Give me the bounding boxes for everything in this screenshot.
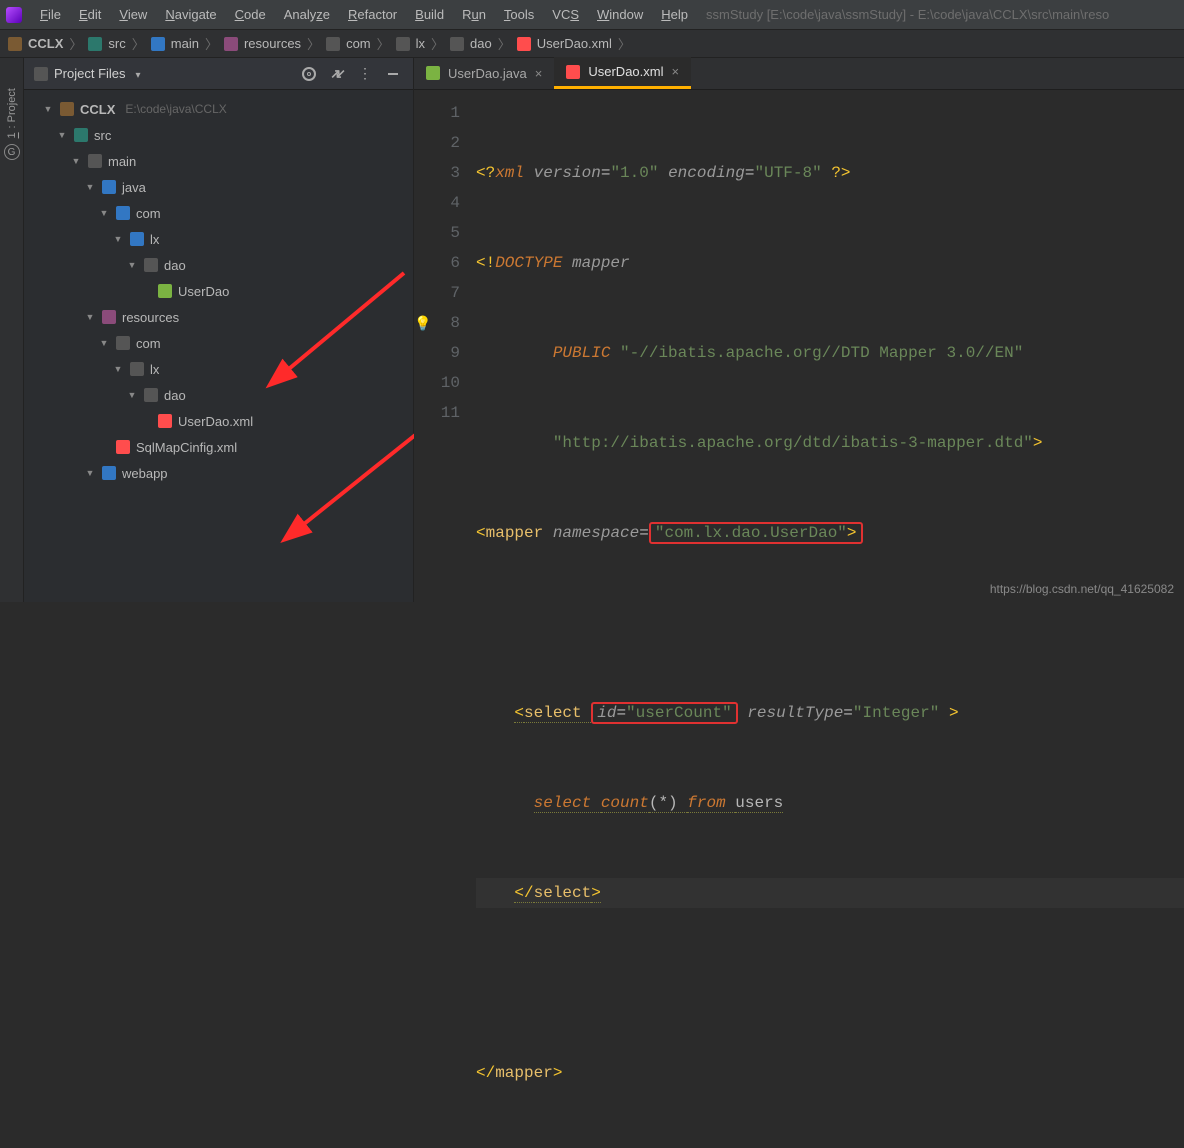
crumb-dao[interactable]: dao (450, 36, 492, 51)
folder-icon (144, 388, 158, 402)
breadcrumb: CCLX 〉 src 〉 main 〉 resources 〉 com 〉 lx… (0, 30, 1184, 58)
folder-icon (396, 37, 410, 51)
tree-node-dao[interactable]: dao (28, 252, 413, 278)
tree-node-webapp[interactable]: webapp (28, 460, 413, 486)
tree-node-userdao-java[interactable]: UserDao (28, 278, 413, 304)
folder-icon (102, 466, 116, 480)
chevron-right-icon: 〉 (498, 34, 511, 53)
line-gutter: 1 2 3 4 5 6 7 8 9 10 11 💡 (414, 90, 472, 1148)
menu-view[interactable]: View (111, 4, 155, 25)
menu-navigate[interactable]: Navigate (157, 4, 224, 25)
folder-icon (130, 362, 144, 376)
crumb-main[interactable]: main (151, 36, 199, 51)
select-opened-file-button[interactable] (299, 64, 319, 84)
crumb-file[interactable]: UserDao.xml (517, 36, 612, 51)
folder-icon (34, 67, 48, 81)
tree-node-com2[interactable]: com (28, 330, 413, 356)
collapse-all-button[interactable]: ↗↙ (327, 64, 347, 84)
project-panel: Project Files ↗↙ ⋮ CCLXE:\code\java\CCLX… (24, 58, 414, 602)
left-tool-strip: 1: Project G (0, 58, 24, 602)
folder-icon (224, 37, 238, 51)
tree-node-lx[interactable]: lx (28, 226, 413, 252)
folder-icon (88, 37, 102, 51)
tab-userdao-xml[interactable]: UserDao.xml× (554, 57, 691, 89)
folder-icon (116, 206, 130, 220)
tree-node-dao2[interactable]: dao (28, 382, 413, 408)
project-view-selector[interactable]: Project Files (34, 66, 141, 81)
folder-icon (116, 336, 130, 350)
crumb-lx[interactable]: lx (396, 36, 425, 51)
hide-panel-button[interactable] (383, 64, 403, 84)
tree-node-java[interactable]: java (28, 174, 413, 200)
crumb-cclx[interactable]: CCLX (8, 36, 63, 51)
folder-icon (326, 37, 340, 51)
editor-area: UserDao.java× UserDao.xml× 1 2 3 4 5 6 7… (414, 58, 1184, 602)
chevron-right-icon: 〉 (132, 34, 145, 53)
menu-analyze[interactable]: Analyze (276, 4, 338, 25)
tree-node-src[interactable]: src (28, 122, 413, 148)
minimize-icon (388, 73, 398, 75)
editor-tabs: UserDao.java× UserDao.xml× (414, 58, 1184, 90)
interface-icon (158, 284, 172, 298)
menu-help[interactable]: Help (653, 4, 696, 25)
chevron-right-icon: 〉 (307, 34, 320, 53)
folder-icon (102, 310, 116, 324)
menu-tools[interactable]: Tools (496, 4, 542, 25)
target-icon (302, 67, 316, 81)
folder-icon (88, 154, 102, 168)
tree-node-lx2[interactable]: lx (28, 356, 413, 382)
structure-tool-button[interactable]: G (4, 144, 20, 160)
interface-icon (426, 66, 440, 80)
menu-file[interactable]: File (32, 4, 69, 25)
chevron-right-icon: 〉 (205, 34, 218, 53)
menu-run[interactable]: Run (454, 4, 494, 25)
folder-icon (144, 258, 158, 272)
project-panel-header: Project Files ↗↙ ⋮ (24, 58, 413, 90)
code-editor[interactable]: 1 2 3 4 5 6 7 8 9 10 11 💡 <?xml version=… (414, 90, 1184, 1148)
tree-node-sqlmap[interactable]: SqlMapCinfig.xml (28, 434, 413, 460)
window-title: ssmStudy [E:\code\java\ssmStudy] - E:\co… (706, 7, 1109, 22)
close-tab-button[interactable]: × (535, 66, 543, 81)
menu-bar: File Edit View Navigate Code Analyze Ref… (0, 0, 1184, 30)
watermark: https://blog.csdn.net/qq_41625082 (990, 582, 1174, 596)
folder-icon (130, 232, 144, 246)
xml-file-icon (116, 440, 130, 454)
tab-userdao-java[interactable]: UserDao.java× (414, 57, 554, 89)
folder-icon (8, 37, 22, 51)
chevron-right-icon: 〉 (377, 34, 390, 53)
crumb-com[interactable]: com (326, 36, 371, 51)
chevron-right-icon: 〉 (431, 34, 444, 53)
tree-node-com[interactable]: com (28, 200, 413, 226)
xml-file-icon (517, 37, 531, 51)
menu-window[interactable]: Window (589, 4, 651, 25)
project-tool-button[interactable]: 1: Project (6, 88, 18, 138)
folder-icon (60, 102, 74, 116)
project-tree: CCLXE:\code\java\CCLX src main java com … (24, 90, 413, 492)
menu-code[interactable]: Code (227, 4, 274, 25)
chevron-right-icon: 〉 (69, 34, 82, 53)
close-tab-button[interactable]: × (671, 64, 679, 79)
crumb-src[interactable]: src (88, 36, 125, 51)
intention-bulb-icon[interactable]: 💡 (414, 310, 431, 340)
menu-vcs[interactable]: VCS (544, 4, 587, 25)
folder-icon (450, 37, 464, 51)
crumb-resources[interactable]: resources (224, 36, 301, 51)
tree-node-userdao-xml[interactable]: UserDao.xml (28, 408, 413, 434)
menu-edit[interactable]: Edit (71, 4, 109, 25)
folder-icon (74, 128, 88, 142)
folder-icon (102, 180, 116, 194)
menu-refactor[interactable]: Refactor (340, 4, 405, 25)
tree-node-root[interactable]: CCLXE:\code\java\CCLX (28, 96, 413, 122)
xml-file-icon (158, 414, 172, 428)
tree-node-main[interactable]: main (28, 148, 413, 174)
panel-options-button[interactable]: ⋮ (355, 64, 375, 84)
menu-build[interactable]: Build (407, 4, 452, 25)
xml-file-icon (566, 65, 580, 79)
app-icon (6, 7, 22, 23)
chevron-right-icon: 〉 (618, 34, 631, 53)
tree-node-resources[interactable]: resources (28, 304, 413, 330)
code-content[interactable]: <?xml version="1.0" encoding="UTF-8" ?> … (472, 90, 1184, 1148)
folder-icon (151, 37, 165, 51)
